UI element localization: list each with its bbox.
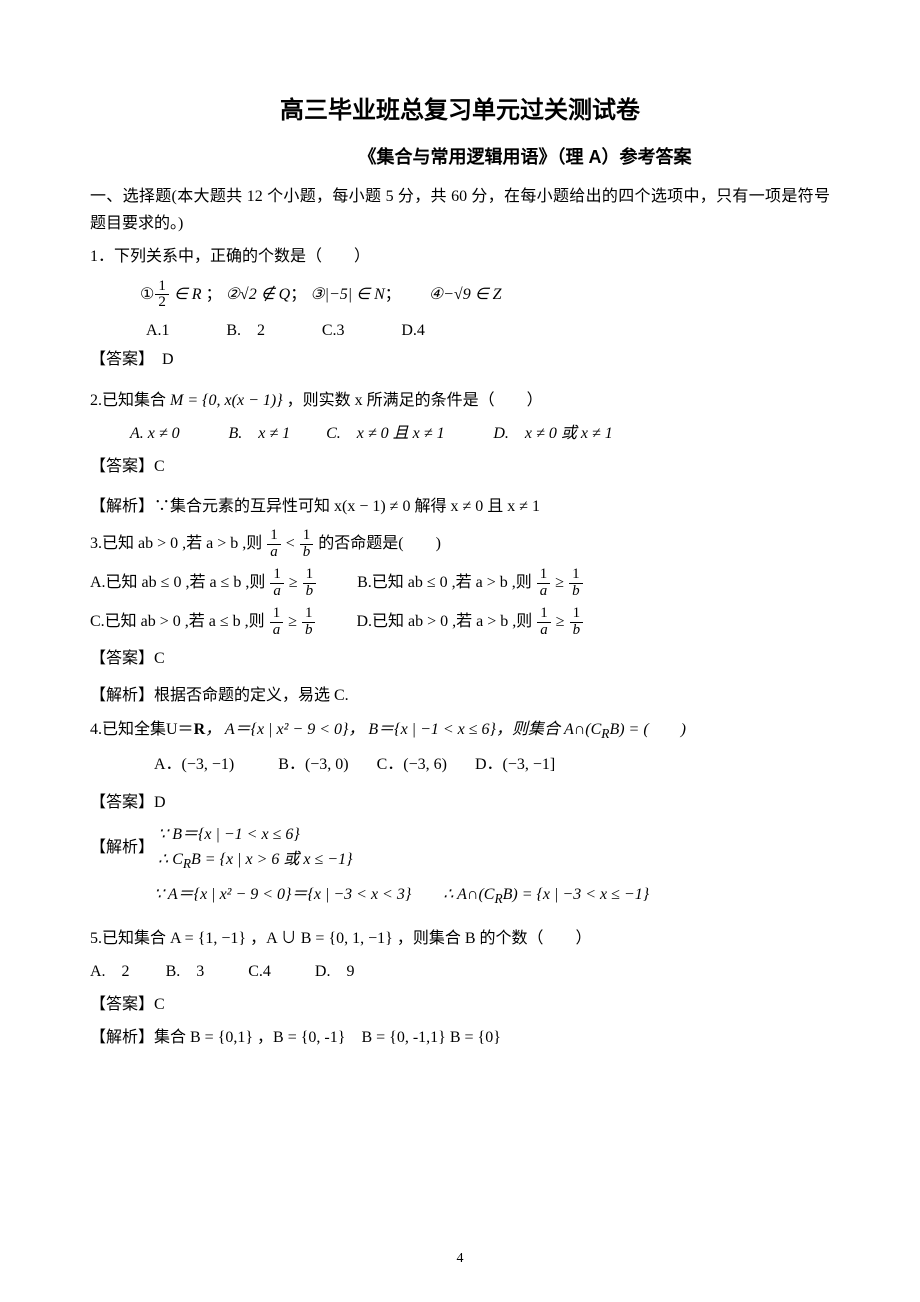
- q3m: <: [282, 535, 299, 552]
- q5-answer: 【答案】C: [90, 991, 830, 1018]
- q2-optD: D. x ≠ 0 或 x ≠ 1: [493, 425, 612, 442]
- q4-ex3: ∵ A＝{x | x² − 9 < 0}＝{x | −3 < x < 3} ∴ …: [90, 881, 830, 911]
- sub: R: [494, 891, 502, 906]
- q1-items: ①12 ∈ R ； ②√2 ∉ Q； ③|−5| ∈ N； ④−√9 ∈ Z: [108, 277, 830, 312]
- q3-D-pre: D.已知 ab > 0 ,若 a > b ,则: [356, 613, 536, 630]
- ge: ≥: [285, 574, 302, 591]
- q1-item4: ④−√9 ∈ Z: [429, 286, 502, 303]
- q1-item2: ②√2 ∉ Q: [226, 286, 291, 303]
- q4-ex1: ∵ B＝{x | −1 < x ≤ 6}: [158, 822, 352, 848]
- q3-optD: D.已知 ab > 0 ,若 a > b ,则 1a ≥ 1b: [356, 613, 584, 630]
- q3-optA: A.已知 ab ≤ 0 ,若 a ≤ b ,则 1a ≥ 1b: [90, 574, 321, 591]
- q3-C-pre: C.已知 ab > 0 ,若 a ≤ b ,则: [90, 613, 269, 630]
- sub: R: [183, 857, 191, 872]
- q3-row1: A.已知 ab ≤ 0 ,若 a ≤ b ,则 1a ≥ 1b B.已知 ab …: [90, 565, 830, 600]
- q5-stem: 5.已知集合 A = {1, −1} ，A ∪ B = {0, 1, −1} ，…: [90, 925, 830, 952]
- q5-options: A. 2 B. 3 C.4 D. 9: [90, 958, 830, 985]
- q4m2: B) = ( ): [609, 721, 686, 738]
- sep: ；: [206, 286, 226, 303]
- q2-answer: 【答案】C: [90, 453, 830, 480]
- q3-optB: B.已知 ab ≤ 0 ,若 a > b ,则 1a ≥ 1b: [357, 574, 583, 591]
- q1-stem: 1．下列关系中，正确的个数是（ ）: [90, 243, 830, 270]
- q1-optA: A.1: [146, 322, 170, 339]
- q2-options: A. x ≠ 0 B. x ≠ 1 C. x ≠ 0 且 x ≠ 1 D. x …: [90, 420, 830, 447]
- q5-optD: D. 9: [315, 963, 355, 980]
- q1-optD: D.4: [401, 322, 425, 339]
- q3-optC: C.已知 ab > 0 ,若 a ≤ b ,则 1a ≥ 1b: [90, 613, 320, 630]
- q3-answer: 【答案】C: [90, 645, 830, 672]
- q4-optD: D．(−3, −1]: [475, 756, 555, 773]
- q3-B-pre: B.已知 ab ≤ 0 ,若 a > b ,则: [357, 574, 536, 591]
- q2mid: M = {0, x(x − 1)}: [170, 392, 283, 409]
- q4ex3a: ∵ A＝{x | x² − 9 < 0}＝{x | −3 < x < 3} ∴ …: [154, 886, 494, 903]
- q1-item1: ①12 ∈ R: [140, 286, 206, 303]
- q1-optB: B. 2: [226, 322, 265, 339]
- q1-item3: ③|−5| ∈ N: [310, 286, 385, 303]
- q3post: 的否命题是( ): [314, 535, 441, 552]
- page-number: 4: [0, 1251, 920, 1267]
- q1-answer: 【答案】 D: [90, 346, 830, 373]
- q5-optA: A. 2: [90, 963, 130, 980]
- q4-ex2: ∴ CRB = {x | x > 6 或 x ≤ −1}: [158, 847, 352, 875]
- q4-options: A．(−3, −1) B．(−3, 0) C．(−3, 6) D．(−3, −1…: [90, 751, 830, 778]
- q2post: ，则实数 x 所满足的条件是（ ）: [283, 392, 543, 409]
- q1-it1-post: ∈ R: [170, 286, 202, 303]
- q2-stem: 2.已知集合 M = {0, x(x − 1)} ，则实数 x 所满足的条件是（…: [90, 387, 830, 414]
- q4pre: 4.已知全集U＝: [90, 721, 194, 738]
- q3-A-pre: A.已知 ab ≤ 0 ,若 a ≤ b ,则: [90, 574, 269, 591]
- q4-optC: C．(−3, 6): [377, 756, 447, 773]
- q2pre: 2.已知集合: [90, 392, 170, 409]
- sep: ；: [290, 286, 310, 303]
- ge: ≥: [284, 613, 301, 630]
- q1-options: A.1 B. 2 C.3 D.4: [90, 316, 830, 340]
- q3-row2: C.已知 ab > 0 ,若 a ≤ b ,则 1a ≥ 1b D.已知 ab …: [90, 604, 830, 639]
- ex-lbl: 【解析】: [90, 839, 154, 856]
- section-intro: 一、选择题(本大题共 12 个小题，每小题 5 分，共 60 分，在每小题给出的…: [90, 183, 830, 237]
- q1-optC: C.3: [322, 322, 345, 339]
- q2-exp-text: 【解析】∵集合元素的互异性可知 x(x − 1) ≠ 0 解得 x ≠ 0 且 …: [90, 498, 540, 515]
- q4ex3b: B) = {x | −3 < x ≤ −1}: [503, 886, 649, 903]
- ge: ≥: [551, 574, 568, 591]
- q2-optB: B. x ≠ 1: [228, 425, 290, 442]
- q4ex2b: B = {x | x > 6 或 x ≤ −1}: [191, 851, 352, 868]
- ge: ≥: [552, 613, 569, 630]
- q5-explain: 【解析】集合 B = {0,1} ，B = {0, -1} B = {0, -1…: [90, 1024, 830, 1051]
- doc-title: 高三毕业班总复习单元过关测试卷: [90, 90, 830, 125]
- q3-stem: 3.已知 ab > 0 ,若 a > b ,则 1a < 1b 的否命题是( ): [90, 526, 830, 561]
- q2-explain: 【解析】∵集合元素的互异性可知 x(x − 1) ≠ 0 解得 x ≠ 0 且 …: [90, 493, 830, 520]
- q5-optB: B. 3: [166, 963, 205, 980]
- q4m1: ， A＝{x | x² − 9 < 0}， B＝{x | −1 < x ≤ 6}…: [205, 721, 601, 738]
- q4-optA: A．(−3, −1): [154, 756, 234, 773]
- q4-explain: 【解析】 ∵ B＝{x | −1 < x ≤ 6} ∴ CRB = {x | x…: [90, 822, 830, 875]
- doc-subtitle: 《集合与常用逻辑用语》（理 A）参考答案: [90, 143, 830, 169]
- q4-stem: 4.已知全集U＝R， A＝{x | x² − 9 < 0}， B＝{x | −1…: [90, 716, 830, 746]
- page-container: 高三毕业班总复习单元过关测试卷 《集合与常用逻辑用语》（理 A）参考答案 一、选…: [0, 0, 920, 1302]
- q4ex2a: ∴ C: [158, 851, 183, 868]
- q2-optC: C. x ≠ 0 且 x ≠ 1: [326, 425, 444, 442]
- q4R: R: [194, 721, 206, 738]
- q4-answer: 【答案】D: [90, 789, 830, 816]
- q4-optB: B．(−3, 0): [278, 756, 348, 773]
- q2-optA: A. x ≠ 0: [130, 425, 180, 442]
- q3-explain: 【解析】根据否命题的定义，易选 C.: [90, 682, 830, 709]
- q1-it1-pre: ①: [140, 286, 154, 303]
- q3pre: 3.已知 ab > 0 ,若 a > b ,则: [90, 535, 266, 552]
- q5-optC: C.4: [248, 963, 271, 980]
